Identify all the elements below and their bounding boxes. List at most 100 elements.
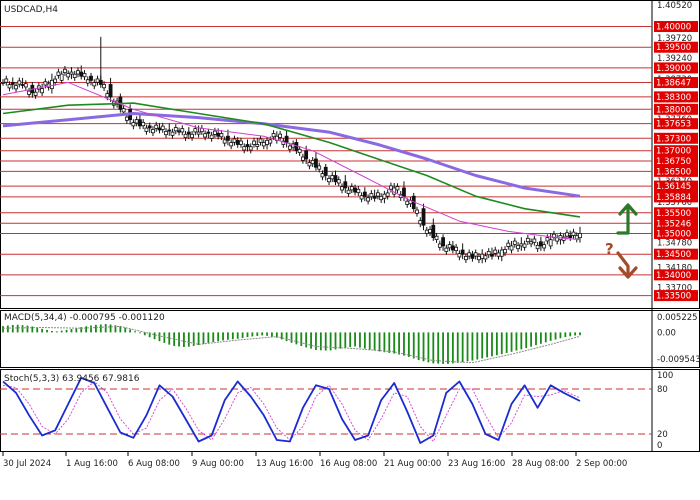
candle-body <box>271 133 276 138</box>
candle-body <box>532 238 537 243</box>
candle-body <box>437 243 442 248</box>
macd-bar <box>222 332 224 341</box>
candle-body <box>574 235 579 240</box>
macd-bar <box>451 332 454 364</box>
macd-bar <box>50 330 53 333</box>
candle-body <box>499 249 504 257</box>
candle-body <box>242 146 247 151</box>
candle-body <box>252 140 256 145</box>
candle-body <box>7 84 12 89</box>
macd-bar <box>319 332 322 351</box>
macd-bar <box>187 332 190 347</box>
macd-bar <box>266 332 268 336</box>
macd-bar <box>36 327 39 333</box>
candle-body <box>565 232 569 237</box>
candle-body <box>470 253 475 259</box>
candle-body <box>56 71 61 76</box>
candle-body <box>160 125 165 130</box>
candle-body <box>578 233 582 239</box>
macd-bar <box>491 332 493 357</box>
candle-body <box>66 73 71 78</box>
candle-body <box>33 91 38 96</box>
candle-body <box>190 133 194 138</box>
candle-body <box>209 134 214 139</box>
macd-bar <box>95 324 97 333</box>
level-label: 1.38000 <box>656 105 691 115</box>
macd-bar <box>579 332 581 336</box>
macd-bar <box>85 326 88 333</box>
candle-body <box>512 240 517 245</box>
macd-bar <box>41 328 44 333</box>
candle-body <box>255 144 260 147</box>
macd-bar <box>456 332 459 363</box>
candle-body <box>14 85 18 90</box>
candle-body <box>196 131 201 135</box>
candle-body <box>108 84 113 98</box>
x-tick-label: 2 Sep 00:00 <box>576 459 627 469</box>
candle-body <box>167 129 172 132</box>
candle-body <box>330 175 335 180</box>
level-label: 1.35000 <box>656 229 691 239</box>
candle-body <box>151 129 155 134</box>
level-label: 1.39000 <box>656 64 691 74</box>
candle-body <box>366 197 371 202</box>
macd-bar <box>363 332 366 349</box>
candle-body <box>375 192 380 197</box>
macd-bar <box>256 332 259 336</box>
macd-bar <box>178 332 180 347</box>
candle-body <box>545 237 550 242</box>
level-label: 1.35246 <box>656 219 691 229</box>
macd-bar <box>471 332 474 361</box>
candle-body <box>522 243 527 248</box>
candle-body <box>333 175 338 183</box>
candle-body <box>529 241 534 245</box>
candle-body <box>460 249 465 255</box>
macd-bar <box>495 332 498 356</box>
candle-body <box>258 138 263 143</box>
macd-bar <box>207 332 210 343</box>
candle-body <box>141 122 146 127</box>
macd-title: MACD(5,34,4) -0.000795 -0.001120 <box>4 313 165 323</box>
macd-bar <box>163 332 166 343</box>
level-label: 1.36750 <box>656 157 691 167</box>
macd-bar <box>2 326 4 333</box>
candle-body <box>92 82 97 87</box>
candle-body <box>89 75 93 81</box>
macd-bar <box>124 327 127 333</box>
macd-bar <box>417 332 420 361</box>
price-panel <box>0 0 700 309</box>
candle-body <box>336 179 341 184</box>
macd-bar <box>271 332 273 337</box>
macd-bar <box>75 328 78 333</box>
candle-body <box>284 135 289 143</box>
candle-body <box>63 68 67 74</box>
candle-body <box>424 229 429 234</box>
level-label: 1.37300 <box>656 134 691 144</box>
candle-body <box>343 181 348 189</box>
candle-body <box>23 83 28 88</box>
macd-bar <box>295 332 298 345</box>
candle-body <box>232 138 237 143</box>
candle-body <box>203 133 208 138</box>
x-tick-label: 21 Aug 00:00 <box>384 459 441 469</box>
candle-body <box>206 131 211 134</box>
macd-bar <box>505 332 508 353</box>
candle-body <box>1 82 5 84</box>
candle-body <box>49 79 54 90</box>
candle-body <box>444 247 449 252</box>
candle-body <box>395 186 400 191</box>
price-tick-top: 1.40520 <box>657 1 692 11</box>
candle-body <box>219 133 224 138</box>
stoch-tick: 0 <box>657 441 662 451</box>
macd-bar <box>574 332 577 336</box>
candle-body <box>359 195 364 200</box>
macd-bar <box>16 324 19 333</box>
macd-bar <box>21 325 24 333</box>
candle-body <box>356 188 361 194</box>
candle-body <box>59 73 64 81</box>
x-tick-label: 9 Aug 00:00 <box>192 459 244 469</box>
macd-bar <box>554 332 557 340</box>
candle-body <box>131 122 136 127</box>
macd-bar <box>344 332 347 348</box>
x-tick-label: 23 Aug 16:00 <box>448 459 505 469</box>
